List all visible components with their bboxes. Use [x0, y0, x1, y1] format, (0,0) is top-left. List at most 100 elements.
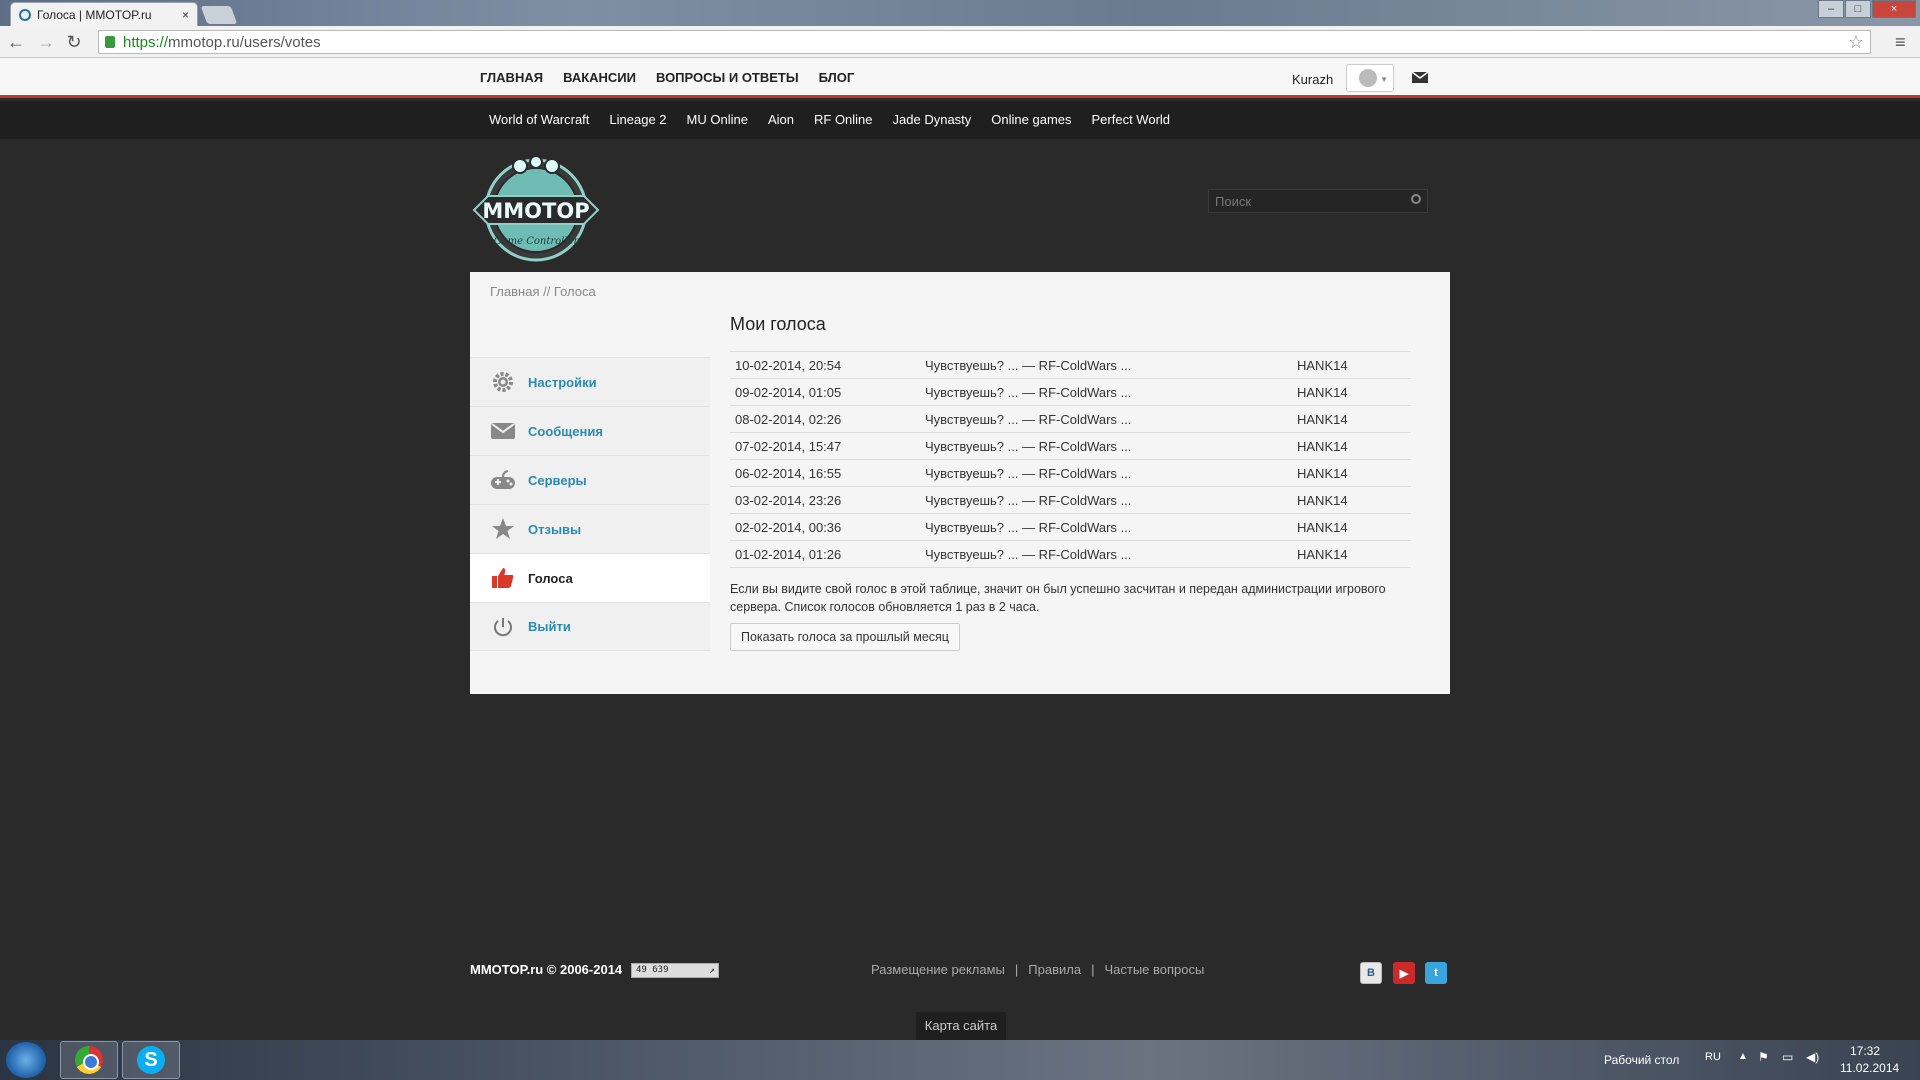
reload-icon[interactable]: ↻ [64, 32, 84, 52]
sidebar-item-settings[interactable]: Настройки [470, 357, 710, 406]
nav-vacancies[interactable]: ВАКАНСИИ [563, 70, 636, 85]
vote-user: HANK14 [1292, 513, 1411, 541]
vote-server[interactable]: Чувствуешь? ... — RF-ColdWars ... [920, 378, 1292, 406]
user-silhouette-icon [1359, 69, 1377, 87]
vote-server[interactable]: Чувствуешь? ... — RF-ColdWars ... [920, 540, 1292, 568]
game-link-jade-dynasty[interactable]: Jade Dynasty [893, 112, 972, 127]
sidebar-item-votes[interactable]: Голоса [470, 553, 710, 602]
language-indicator[interactable]: RU [1705, 1051, 1721, 1063]
account-sidebar: Настройки Сообщения Серверы Отзывы Голос… [470, 357, 710, 651]
lock-icon [105, 36, 115, 48]
visit-counter[interactable]: 49 639 ↗ [631, 963, 719, 978]
clock-date[interactable]: 11.02.2014 [1840, 1061, 1899, 1075]
sidebar-item-messages[interactable]: Сообщения [470, 406, 710, 455]
sitemap-link[interactable]: Карта сайта [916, 1012, 1006, 1040]
footer-link-rules[interactable]: Правила [1028, 962, 1081, 977]
bookmark-star-icon[interactable]: ☆ [1848, 32, 1864, 53]
desktop-toolbar-label[interactable]: Рабочий стол [1604, 1053, 1679, 1067]
maximize-button[interactable]: □ [1845, 0, 1871, 18]
vote-server[interactable]: Чувствуешь? ... — RF-ColdWars ... [920, 351, 1292, 379]
footer-link-faq[interactable]: Частые вопросы [1104, 962, 1204, 977]
clock-time[interactable]: 17:32 [1850, 1044, 1880, 1058]
mail-icon[interactable] [1412, 72, 1428, 83]
game-link-lineage2[interactable]: Lineage 2 [609, 112, 666, 127]
game-link-rf-online[interactable]: RF Online [814, 112, 873, 127]
table-row: 01-02-2014, 01:26 Чувствуешь? ... — RF-C… [730, 540, 1411, 568]
site-logo[interactable]: MMOTOP Game Controller [472, 152, 600, 262]
footer-links: Размещение рекламы | Правила | Частые во… [871, 962, 1204, 977]
votes-table: 10-02-2014, 20:54 Чувствуешь? ... — RF-C… [730, 351, 1411, 568]
nav-blog[interactable]: БЛОГ [819, 70, 855, 85]
forward-arrow-icon[interactable]: → [36, 32, 56, 52]
vote-user: HANK14 [1292, 459, 1411, 487]
thumbs-up-icon [490, 567, 516, 589]
vote-user: HANK14 [1292, 351, 1411, 379]
tray-expand-icon[interactable]: ▲ [1738, 1051, 1748, 1062]
nav-faq[interactable]: ВОПРОСЫ И ОТВЕТЫ [656, 70, 799, 85]
sidebar-item-label: Настройки [528, 374, 597, 390]
minimize-button[interactable]: – [1818, 0, 1844, 18]
browser-tab[interactable]: Голоса | MMOTOP.ru × [10, 2, 198, 26]
vote-server[interactable]: Чувствуешь? ... — RF-ColdWars ... [920, 405, 1292, 433]
copyright: MMOTOP.ru © 2006-2014 [470, 962, 623, 977]
username-link[interactable]: Kurazh [1292, 72, 1333, 87]
sidebar-item-reviews[interactable]: Отзывы [470, 504, 710, 553]
nav-home[interactable]: ГЛАВНАЯ [480, 70, 543, 85]
youtube-icon[interactable]: ▶ [1393, 962, 1415, 984]
volume-icon[interactable]: ◀) [1806, 1050, 1819, 1064]
twitter-icon[interactable]: t [1425, 962, 1447, 984]
new-tab-button[interactable] [200, 6, 238, 24]
vote-date: 02-02-2014, 00:36 [730, 513, 920, 541]
vote-server[interactable]: Чувствуешь? ... — RF-ColdWars ... [920, 459, 1292, 487]
vk-icon[interactable]: B [1360, 962, 1382, 984]
table-row: 08-02-2014, 02:26 Чувствуешь? ... — RF-C… [730, 405, 1411, 433]
sidebar-item-label: Отзывы [528, 521, 582, 537]
breadcrumb[interactable]: Главная // Голоса [490, 284, 596, 299]
envelope-icon [490, 420, 516, 442]
power-icon [490, 616, 516, 638]
close-window-button[interactable]: × [1872, 0, 1916, 18]
search-icon[interactable] [1411, 194, 1421, 204]
site-favicon-icon [19, 8, 31, 21]
tab-close-icon[interactable]: × [182, 8, 189, 22]
vote-server[interactable]: Чувствуешь? ... — RF-ColdWars ... [920, 513, 1292, 541]
logo-text: MMOTOP [482, 199, 589, 223]
game-link-online-games[interactable]: Online games [991, 112, 1071, 127]
gear-icon [490, 371, 516, 393]
table-row: 07-02-2014, 15:47 Чувствуешь? ... — RF-C… [730, 432, 1411, 460]
taskbar-skype[interactable]: S [122, 1041, 180, 1079]
tab-title: Голоса | MMOTOP.ru [37, 7, 152, 22]
game-link-aion[interactable]: Aion [768, 112, 794, 127]
sidebar-item-logout[interactable]: Выйти [470, 602, 710, 651]
footer-link-ads[interactable]: Размещение рекламы [871, 962, 1005, 977]
content-panel: Главная // Голоса Настройки Сообщения Се… [470, 272, 1450, 694]
start-button[interactable] [6, 1042, 46, 1078]
vote-server[interactable]: Чувствуешь? ... — RF-ColdWars ... [920, 432, 1292, 460]
vote-user: HANK14 [1292, 405, 1411, 433]
avatar[interactable]: ▼ [1346, 64, 1394, 92]
sidebar-item-servers[interactable]: Серверы [470, 455, 710, 504]
game-link-perfect-world[interactable]: Perfect World [1092, 112, 1171, 127]
browser-menu-icon[interactable]: ≡ [1895, 32, 1906, 53]
show-last-month-button[interactable]: Показать голоса за прошлый месяц [730, 623, 960, 651]
game-link-mu-online[interactable]: MU Online [687, 112, 748, 127]
vote-date: 06-02-2014, 16:55 [730, 459, 920, 487]
game-link-wow[interactable]: World of Warcraft [489, 112, 589, 127]
star-icon [490, 518, 516, 540]
sidebar-item-label: Голоса [528, 570, 573, 586]
network-icon[interactable]: ▭ [1782, 1050, 1793, 1064]
vote-server[interactable]: Чувствуешь? ... — RF-ColdWars ... [920, 486, 1292, 514]
table-row: 09-02-2014, 01:05 Чувствуешь? ... — RF-C… [730, 378, 1411, 406]
table-row: 03-02-2014, 23:26 Чувствуешь? ... — RF-C… [730, 486, 1411, 514]
url-scheme: https:// [123, 33, 169, 51]
flag-icon[interactable]: ⚑ [1758, 1050, 1769, 1064]
vote-date: 09-02-2014, 01:05 [730, 378, 920, 406]
taskbar-chrome[interactable] [60, 1041, 118, 1079]
search-input[interactable] [1209, 190, 1399, 212]
main-content: Мои голоса 10-02-2014, 20:54 Чувствуешь?… [730, 314, 1430, 651]
vote-user: HANK14 [1292, 540, 1411, 568]
arrow-up-right-icon: ↗ [708, 965, 715, 976]
address-bar[interactable]: https://mmotop.ru/users/votes ☆ [98, 30, 1871, 54]
back-arrow-icon[interactable]: ← [6, 32, 26, 52]
vote-user: HANK14 [1292, 486, 1411, 514]
